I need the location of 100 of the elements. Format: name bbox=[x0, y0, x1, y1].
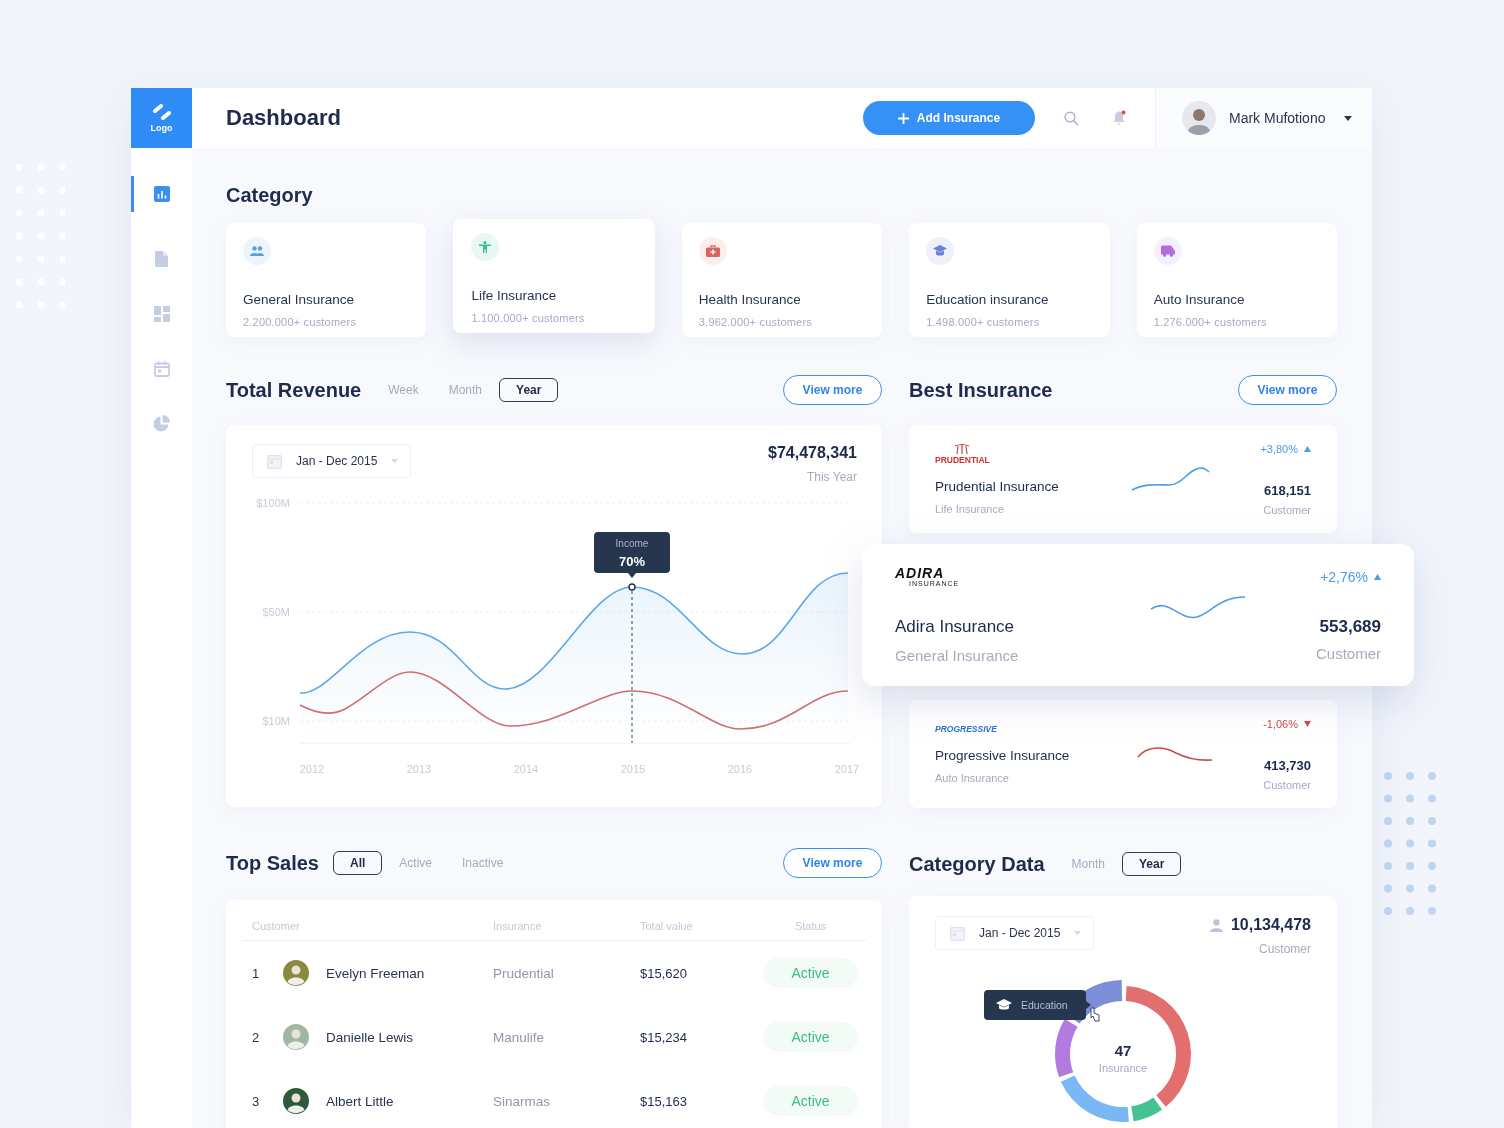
total-value: $15,234 bbox=[640, 1029, 688, 1045]
insurance-card[interactable]: PROGRESSIVE Progressive Insurance Auto Insurance -1,06% 413,730 Customer bbox=[909, 700, 1337, 808]
company-logo: PRUDENTIAL bbox=[935, 443, 990, 465]
view-more-button[interactable]: View more bbox=[783, 375, 882, 405]
insurance-name: Prudential Insurance bbox=[935, 479, 1060, 494]
status-badge: Active bbox=[763, 1022, 858, 1052]
avatar bbox=[283, 960, 309, 986]
date-range: Jan - Dec 2015 bbox=[979, 926, 1061, 940]
avatar bbox=[283, 1088, 309, 1114]
customer-label: Customer bbox=[1263, 778, 1311, 791]
category-name: General Insurance bbox=[243, 292, 356, 307]
change-percent: +3,80% bbox=[1260, 442, 1298, 455]
customer-total: 10,134,478 bbox=[1230, 916, 1311, 934]
period-tab[interactable]: Year bbox=[499, 378, 559, 402]
total-value: $15,163 bbox=[640, 1093, 688, 1109]
customer-name: Evelyn Freeman bbox=[326, 965, 426, 981]
row-number: 1 bbox=[252, 965, 261, 981]
customer-count: 553,689 bbox=[1319, 616, 1381, 637]
document-icon bbox=[155, 250, 168, 267]
person-icon bbox=[1209, 918, 1223, 932]
customer-count: 1.498.000+ customers bbox=[926, 316, 1041, 328]
insurance-name: Progressive Insurance bbox=[935, 748, 1071, 763]
category-name: Life Insurance bbox=[471, 288, 558, 303]
customer-label: Customer bbox=[1315, 644, 1381, 662]
row-number: 3 bbox=[252, 1093, 261, 1109]
status-badge: Active bbox=[763, 1086, 858, 1116]
column-header: Insurance bbox=[493, 920, 543, 932]
customer-count: 2.200.000+ customers bbox=[243, 316, 358, 328]
column-header: Total value bbox=[640, 920, 694, 932]
period-label: This Year bbox=[805, 470, 857, 484]
section-title: Category bbox=[226, 184, 314, 207]
x-axis-label: 2016 bbox=[727, 763, 753, 775]
view-more-button[interactable]: View more bbox=[783, 848, 882, 878]
pie-chart-icon bbox=[153, 415, 170, 432]
calendar-icon bbox=[950, 925, 965, 941]
category-card[interactable]: Auto Insurance 1.276.000+ customers bbox=[1136, 223, 1338, 337]
category-card[interactable]: Education insurance 1.498.000+ customers bbox=[909, 223, 1110, 337]
donut-center-value: 47 bbox=[1114, 1042, 1132, 1059]
change-percent: +2,76% bbox=[1320, 568, 1368, 585]
insurance-card[interactable]: PRUDENTIAL Prudential Insurance Life Insurance +3,80% 618,151 Customer bbox=[909, 425, 1337, 533]
customer-count: 3.962.000+ customers bbox=[698, 316, 813, 328]
total-value: $15,620 bbox=[640, 965, 688, 981]
customer-name: Danielle Lewis bbox=[326, 1029, 415, 1045]
date-range-picker[interactable]: Jan - Dec 2015 bbox=[252, 444, 412, 478]
user-menu[interactable]: Mark Mufotiono bbox=[1155, 88, 1372, 148]
tooltip-label: Income bbox=[615, 538, 649, 549]
period-tab[interactable]: Year bbox=[1121, 852, 1182, 876]
date-range: Jan - Dec 2015 bbox=[296, 454, 378, 468]
category-name: Health Insurance bbox=[698, 292, 802, 307]
customer-label: Customer bbox=[1263, 503, 1311, 516]
plus-icon bbox=[897, 112, 909, 124]
section-title: Category Data bbox=[909, 852, 1045, 876]
insurance-name: Manulife bbox=[493, 1029, 546, 1045]
category-card[interactable]: General Insurance 2.200.000+ customers bbox=[226, 223, 427, 337]
graduation-cap-icon bbox=[996, 999, 1012, 1010]
calendar-icon bbox=[153, 360, 170, 377]
customer-label: Customer bbox=[1258, 942, 1311, 956]
view-more-button[interactable]: View more bbox=[1238, 375, 1337, 405]
insurance-type: Auto Insurance bbox=[935, 772, 1010, 784]
customer-count: 618,151 bbox=[1264, 482, 1311, 498]
customer-count: 1.100.000+ customers bbox=[471, 312, 586, 324]
insurance-name: Sinarmas bbox=[493, 1093, 552, 1109]
insurance-type: Life Insurance bbox=[935, 503, 1006, 515]
date-range-picker[interactable]: Jan - Dec 2015 bbox=[935, 916, 1095, 950]
insurance-name: Prudential bbox=[493, 965, 555, 981]
dropdown-caret-icon bbox=[391, 459, 399, 463]
dropdown-caret-icon bbox=[1074, 931, 1082, 935]
category-name: Auto Insurance bbox=[1153, 292, 1246, 307]
caret-icon bbox=[1344, 115, 1353, 121]
logo-icon bbox=[152, 103, 171, 120]
avatar bbox=[1182, 101, 1216, 135]
revenue-total: $74,478,341 bbox=[768, 444, 857, 462]
chart-icon bbox=[153, 186, 170, 202]
status-badge: Active bbox=[763, 958, 858, 988]
notification-bell-icon[interactable] bbox=[1112, 110, 1126, 126]
page-title: Dashboard bbox=[226, 105, 342, 131]
customer-name: Albert Little bbox=[326, 1093, 395, 1109]
tooltip-value: 70% bbox=[619, 554, 645, 569]
avatar bbox=[283, 1024, 309, 1050]
hover-point bbox=[628, 583, 636, 591]
category-name: Education insurance bbox=[926, 292, 1050, 307]
filter-tab[interactable]: All bbox=[333, 851, 383, 875]
category-card[interactable]: Health Insurance 3.962.000+ customers bbox=[681, 223, 883, 337]
insurance-type: General Insurance bbox=[895, 647, 1020, 664]
section-title: Top Sales bbox=[226, 851, 319, 875]
category-card[interactable]: Life Insurance 1.100.000+ customers bbox=[453, 219, 655, 333]
x-axis-label: 2015 bbox=[620, 763, 646, 775]
calendar-icon bbox=[267, 453, 282, 469]
section-title: Best Insurance bbox=[909, 378, 1054, 402]
x-axis-label: 2012 bbox=[299, 763, 325, 775]
x-axis-label: 2014 bbox=[513, 763, 539, 775]
y-axis-label: $100M bbox=[256, 497, 290, 509]
insurance-name: Adira Insurance bbox=[895, 617, 1016, 637]
section-title: Total Revenue bbox=[226, 378, 362, 402]
grid-icon bbox=[153, 305, 170, 322]
column-header: Status bbox=[793, 920, 828, 932]
x-axis-label: 2017 bbox=[834, 763, 860, 775]
company-logo: PROGRESSIVE bbox=[935, 724, 997, 734]
search-icon[interactable] bbox=[1064, 110, 1079, 126]
user-name: Mark Mufotiono bbox=[1229, 110, 1326, 126]
